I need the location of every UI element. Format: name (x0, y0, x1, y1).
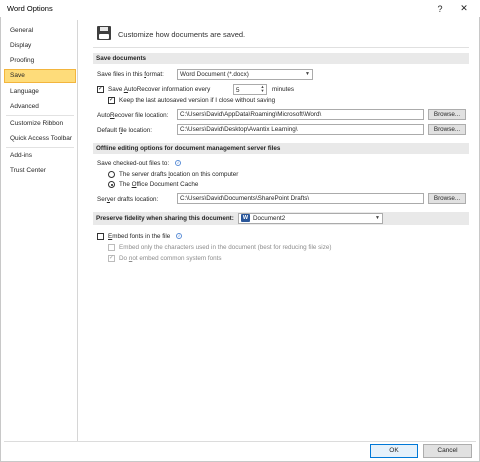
sidebar-item-display[interactable]: Display (4, 39, 76, 53)
sidebar-item-trust-center[interactable]: Trust Center (4, 164, 76, 178)
save-checked-out-label: Save checked-out files to: (97, 160, 170, 167)
sidebar-divider (6, 115, 74, 116)
footer-divider (4, 441, 476, 442)
do-not-embed-system-fonts-checkbox: ✓ (108, 255, 115, 262)
word-doc-icon: W (241, 214, 250, 222)
autorecover-checkbox[interactable]: ✓ (97, 86, 104, 93)
sidebar-item-save[interactable]: Save (4, 69, 76, 83)
header-divider (93, 47, 469, 48)
server-drafts-radio-label: The server drafts location on this compu… (119, 171, 239, 178)
info-icon[interactable]: i (176, 233, 182, 239)
page-heading: Customize how documents are saved. (118, 30, 246, 39)
embed-only-used-characters-checkbox (108, 244, 115, 251)
sidebar (4, 20, 78, 442)
autorecover-minutes-spinner[interactable]: 5 ▲ ▼ (233, 84, 267, 95)
sidebar-item-general[interactable]: General (4, 24, 76, 38)
document-select-dropdown[interactable]: W Document2 ▼ (238, 213, 383, 224)
autorecover-location-label: AutoRecover file location: (97, 112, 169, 119)
default-location-label: Default file location: (97, 127, 152, 134)
sidebar-item-advanced[interactable]: Advanced (4, 100, 76, 114)
do-not-embed-system-fonts-label: Do not embed common system fonts (119, 255, 222, 262)
autorecover-location-input[interactable]: C:\Users\David\AppData\Roaming\Microsoft… (177, 109, 424, 120)
sidebar-item-customize-ribbon[interactable]: Customize Ribbon (4, 117, 76, 131)
cancel-button[interactable]: Cancel (423, 444, 472, 458)
chevron-down-icon: ▼ (375, 215, 380, 221)
server-drafts-browse-button[interactable]: Browse... (428, 193, 466, 204)
embed-only-used-characters-label: Embed only the characters used in the do… (119, 244, 332, 251)
autorecover-browse-button[interactable]: Browse... (428, 109, 466, 120)
save-format-value: Word Document (*.docx) (180, 71, 249, 78)
office-cache-radio-label: The Office Document Cache (119, 181, 199, 188)
save-format-label: Save files in this format: (97, 71, 164, 78)
default-location-input[interactable]: C:\Users\David\Desktop\Avantix Learning\ (177, 124, 424, 135)
server-drafts-location-label: Server drafts location: (97, 196, 159, 203)
section-header-offline-editing: Offline editing options for document man… (93, 143, 469, 154)
help-button[interactable]: ? (428, 0, 452, 17)
chevron-down-icon: ▼ (305, 71, 310, 77)
autorecover-label: Save AutoRecover information every (108, 86, 211, 93)
autorecover-minutes-value: 5 (236, 87, 240, 94)
embed-fonts-label: Embed fonts in the file (108, 233, 171, 240)
spin-down-icon[interactable]: ▼ (259, 89, 266, 93)
document-select-value: Document2 (253, 215, 286, 222)
save-format-dropdown[interactable]: Word Document (*.docx) ▼ (177, 69, 313, 80)
server-drafts-location-input[interactable]: C:\Users\David\Documents\SharePoint Draf… (177, 193, 424, 204)
close-button[interactable]: ✕ (452, 0, 476, 17)
save-icon (97, 26, 111, 40)
sidebar-item-language[interactable]: Language (4, 85, 76, 99)
info-icon[interactable]: i (175, 160, 181, 166)
sidebar-item-quick-access-toolbar[interactable]: Quick Access Toolbar (4, 132, 76, 146)
minutes-label: minutes (272, 86, 295, 93)
window-title: Word Options (7, 4, 53, 13)
keep-last-autosaved-checkbox[interactable]: ✓ (108, 97, 115, 104)
keep-last-autosaved-label: Keep the last autosaved version if I clo… (119, 97, 276, 104)
ok-button[interactable]: OK (370, 444, 418, 458)
sidebar-item-proofing[interactable]: Proofing (4, 54, 76, 68)
sidebar-item-add-ins[interactable]: Add-ins (4, 149, 76, 163)
embed-fonts-checkbox[interactable] (97, 233, 104, 240)
default-location-browse-button[interactable]: Browse... (428, 124, 466, 135)
server-drafts-radio[interactable] (108, 171, 115, 178)
section-header-save-documents: Save documents (93, 53, 469, 64)
office-cache-radio[interactable] (108, 181, 115, 188)
sidebar-divider (6, 147, 74, 148)
title-bar: Word Options ? ✕ (0, 0, 480, 17)
